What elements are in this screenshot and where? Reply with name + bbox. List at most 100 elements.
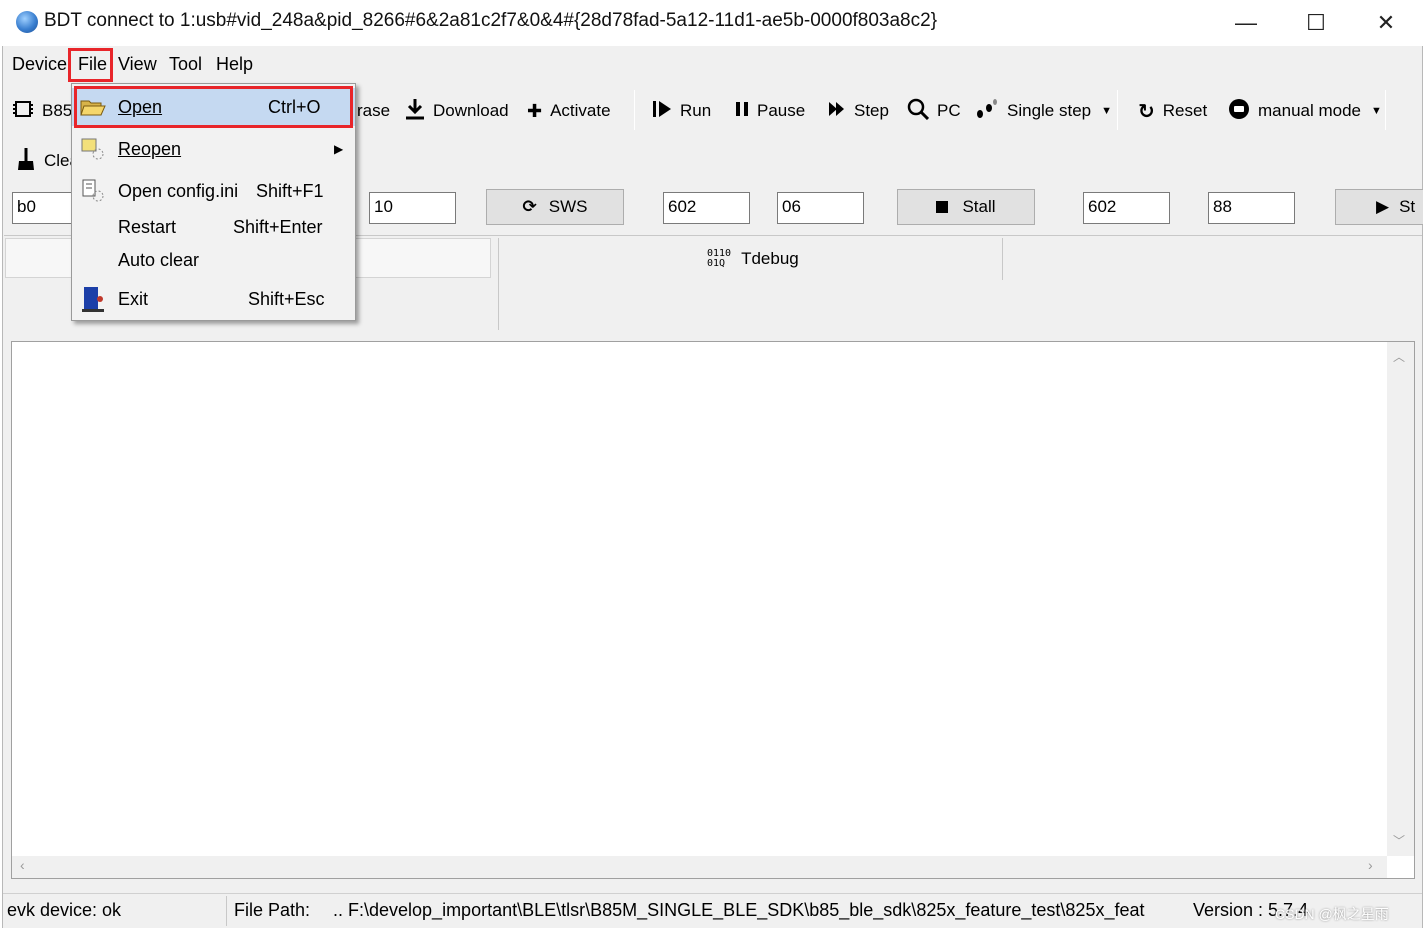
run-label: Run bbox=[680, 101, 712, 120]
register-address-field[interactable]: 602 bbox=[663, 192, 750, 224]
tdebug-label: Tdebug bbox=[741, 249, 799, 268]
maximize-button[interactable]: ☐ bbox=[1281, 0, 1351, 46]
watermark-text: CSDN @枫之星雨 bbox=[1275, 906, 1389, 922]
scroll-up-icon[interactable]: ︿ bbox=[1393, 348, 1405, 365]
footsteps-icon bbox=[975, 98, 999, 125]
caret-down-icon: ▼ bbox=[1101, 105, 1113, 117]
menu-item-auto-clear[interactable]: Auto clear bbox=[72, 241, 355, 279]
open-config-label: Open config.ini bbox=[118, 180, 239, 201]
panel-divider bbox=[498, 238, 499, 330]
auto-clear-label: Auto clear bbox=[118, 249, 200, 270]
menu-file[interactable]: File bbox=[78, 54, 107, 75]
open-highlight-box bbox=[74, 86, 353, 128]
restart-shortcut: Shift+Enter bbox=[233, 216, 323, 237]
download-icon bbox=[405, 98, 425, 125]
start-button[interactable]: ▶ St bbox=[1335, 189, 1423, 225]
binary-icon: 0110 01Q bbox=[707, 248, 732, 269]
play-icon: ▶ bbox=[1376, 197, 1390, 216]
erase-button[interactable]: rase bbox=[357, 96, 390, 126]
menu-view[interactable]: View bbox=[118, 54, 157, 75]
exit-door-icon bbox=[80, 286, 106, 312]
write-value-field[interactable]: 88 bbox=[1208, 192, 1295, 224]
minimize-button[interactable]: — bbox=[1211, 0, 1281, 46]
menu-file-label: File bbox=[78, 54, 108, 74]
manual-mode-dropdown[interactable]: manual mode ▼ bbox=[1228, 96, 1382, 126]
chip-label: B85 bbox=[42, 101, 73, 120]
file-path-label: File Path: bbox=[234, 900, 311, 920]
file-dropdown-menu: Open Ctrl+O Reopen ▶ Open config.ini Shi… bbox=[71, 83, 356, 321]
scroll-down-icon[interactable]: ﹀ bbox=[1393, 832, 1405, 849]
download-button[interactable]: Download bbox=[405, 96, 509, 126]
mode-icon bbox=[1228, 98, 1250, 125]
menu-view-label: View bbox=[118, 54, 157, 74]
activate-button[interactable]: ✚ Activate bbox=[527, 96, 611, 126]
erase-label: rase bbox=[357, 101, 391, 120]
chip-select-button[interactable]: B85 bbox=[12, 96, 72, 126]
reset-icon: ↻ bbox=[1138, 100, 1155, 123]
length-field[interactable]: 10 bbox=[369, 192, 456, 224]
stop-icon bbox=[936, 201, 949, 213]
clear-button[interactable]: Clea bbox=[16, 146, 79, 176]
pause-icon bbox=[735, 101, 749, 122]
run-button[interactable]: Run bbox=[652, 96, 711, 126]
refresh-icon: ⟳ bbox=[522, 197, 537, 216]
config-file-icon bbox=[80, 178, 106, 204]
status-bar: evk device: ok File Path: .. F:\develop_… bbox=[3, 893, 1422, 927]
reset-button[interactable]: ↻ Reset bbox=[1138, 96, 1207, 126]
menu-device-label: Device bbox=[12, 54, 68, 74]
device-status: evk device: ok bbox=[7, 900, 122, 920]
scroll-left-icon[interactable]: ‹ bbox=[20, 857, 25, 873]
scroll-right-icon[interactable]: › bbox=[1368, 857, 1373, 873]
menu-item-exit[interactable]: Exit Shift+Esc bbox=[72, 280, 355, 318]
register-value-field[interactable]: 06 bbox=[777, 192, 864, 224]
panel-divider bbox=[1002, 238, 1003, 280]
close-button[interactable]: ✕ bbox=[1351, 0, 1421, 46]
stall-label: Stall bbox=[962, 197, 996, 216]
menu-device[interactable]: Device bbox=[12, 54, 67, 75]
menu-item-reopen[interactable]: Reopen ▶ bbox=[72, 130, 355, 168]
sws-label: SWS bbox=[548, 197, 588, 216]
write-address-field[interactable]: 602 bbox=[1083, 192, 1170, 224]
status-divider bbox=[226, 896, 227, 926]
caret-down-icon: ▼ bbox=[1371, 105, 1382, 117]
chip-icon bbox=[12, 98, 34, 125]
pause-label: Pause bbox=[757, 101, 806, 120]
window-title: BDT connect to 1:usb#vid_248a&pid_8266#6… bbox=[44, 10, 938, 31]
plus-icon: ✚ bbox=[527, 100, 543, 121]
address-field[interactable]: b0 bbox=[12, 192, 72, 224]
menu-help-label: Help bbox=[216, 54, 254, 74]
step-button[interactable]: Step bbox=[828, 96, 889, 126]
step-label: Step bbox=[854, 101, 889, 120]
download-label: Download bbox=[433, 101, 509, 120]
run-icon bbox=[652, 100, 672, 123]
horizontal-scrollbar[interactable]: ‹ › bbox=[12, 856, 1387, 878]
single-step-dropdown[interactable]: Single step ▼ bbox=[975, 96, 1112, 126]
broom-icon bbox=[16, 147, 36, 176]
menu-item-open-config[interactable]: Open config.ini Shift+F1 bbox=[72, 172, 355, 210]
start-label: St bbox=[1399, 197, 1416, 216]
exit-shortcut: Shift+Esc bbox=[248, 288, 325, 309]
vertical-scrollbar[interactable]: ︿ ﹀ bbox=[1387, 342, 1414, 856]
exit-label: Exit bbox=[118, 288, 149, 309]
single-step-label: Single step bbox=[1007, 101, 1092, 120]
pause-button[interactable]: Pause bbox=[735, 96, 805, 126]
toolbar-separator bbox=[1117, 90, 1118, 130]
menu-help[interactable]: Help bbox=[216, 54, 253, 75]
menu-tool-label: Tool bbox=[169, 54, 203, 74]
activate-label: Activate bbox=[550, 101, 611, 120]
reset-label: Reset bbox=[1162, 101, 1208, 120]
sws-button[interactable]: ⟳ SWS bbox=[486, 189, 624, 225]
manual-mode-label: manual mode bbox=[1258, 101, 1362, 120]
restart-label: Restart bbox=[118, 216, 177, 237]
log-output-area[interactable] bbox=[11, 341, 1415, 879]
menu-tool[interactable]: Tool bbox=[169, 54, 202, 75]
tdebug-tab[interactable]: 0110 01Q Tdebug bbox=[707, 244, 799, 274]
stall-button[interactable]: Stall bbox=[897, 189, 1035, 225]
submenu-arrow-icon: ▶ bbox=[334, 142, 344, 156]
pc-button[interactable]: PC bbox=[907, 96, 961, 126]
step-icon bbox=[828, 101, 846, 122]
magnifier-icon bbox=[907, 98, 930, 125]
toolbar-separator bbox=[1385, 90, 1386, 130]
file-path-value: .. F:\develop_important\BLE\tlsr\B85M_SI… bbox=[333, 900, 1145, 920]
title-bar[interactable]: BDT connect to 1:usb#vid_248a&pid_8266#6… bbox=[0, 0, 1425, 46]
